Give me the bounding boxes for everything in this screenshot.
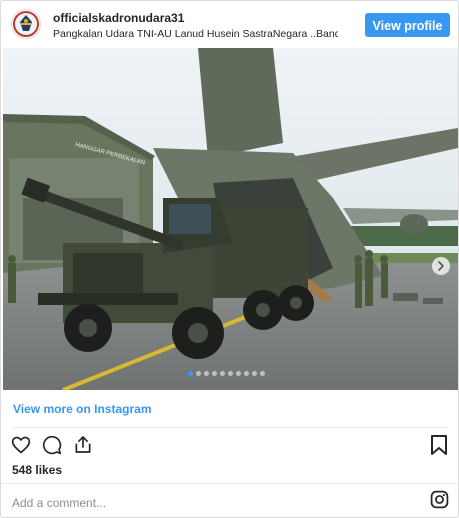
- divider: [1, 483, 458, 484]
- divider: [12, 427, 448, 428]
- avatar[interactable]: [11, 9, 41, 39]
- view-profile-button[interactable]: View profile: [365, 13, 450, 37]
- bookmark-icon[interactable]: [430, 434, 448, 456]
- chevron-right-icon: [438, 261, 444, 271]
- carousel-dot: [228, 371, 233, 376]
- carousel-dot: [236, 371, 241, 376]
- carousel-dot: [204, 371, 209, 376]
- squadron-emblem-icon: [13, 11, 39, 37]
- carousel-dot: [252, 371, 257, 376]
- share-icon[interactable]: [73, 434, 93, 455]
- carousel-dot: [212, 371, 217, 376]
- location[interactable]: Pangkalan Udara TNI-AU Lanud Husein Sast…: [53, 28, 338, 40]
- post-photo[interactable]: HANGGAR PERBEKALAN: [3, 48, 458, 390]
- comment-input[interactable]: Add a comment...: [12, 496, 392, 510]
- carousel-dot: [244, 371, 249, 376]
- carousel-dot: [188, 371, 193, 376]
- view-more-link[interactable]: View more on Instagram: [13, 402, 152, 416]
- likes-count[interactable]: 548 likes: [12, 463, 62, 477]
- carousel-dot: [196, 371, 201, 376]
- artillery-unloading-photo: HANGGAR PERBEKALAN: [3, 48, 458, 390]
- carousel-next-button[interactable]: [432, 257, 450, 275]
- comment-icon[interactable]: [42, 435, 62, 455]
- username[interactable]: officialskadronudara31: [53, 11, 184, 25]
- instagram-embed-card: officialskadronudara31 Pangkalan Udara T…: [0, 0, 459, 518]
- carousel-dot: [260, 371, 265, 376]
- post-header: officialskadronudara31 Pangkalan Udara T…: [1, 1, 458, 47]
- carousel-dot: [220, 371, 225, 376]
- heart-icon[interactable]: [11, 435, 31, 455]
- instagram-icon[interactable]: [430, 490, 449, 509]
